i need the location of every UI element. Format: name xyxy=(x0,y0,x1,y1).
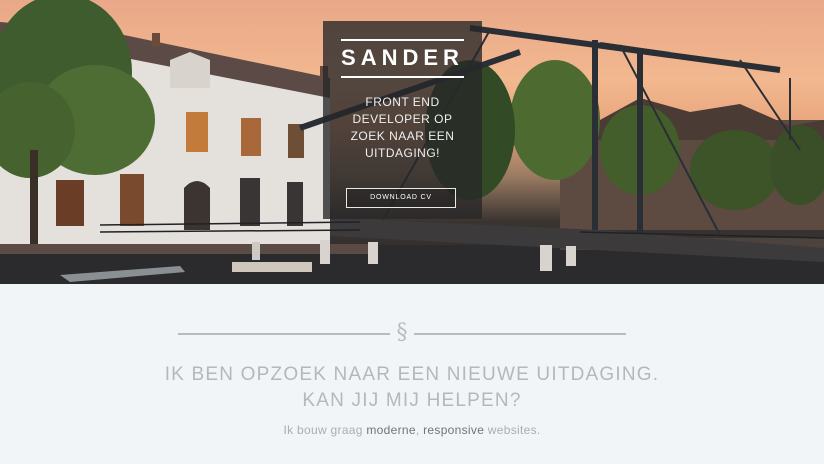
brand-rule-top xyxy=(341,39,464,41)
divider-rule-right xyxy=(414,333,626,335)
tree-middle xyxy=(510,60,600,180)
hero-tagline: FRONT END DEVELOPER OP ZOEK NAAR EEN UIT… xyxy=(333,94,472,162)
intro-section: § IK BEN OPZOEK NAAR EEN NIEUWE UITDAGIN… xyxy=(0,284,824,464)
headline-line: KAN JIJ MIJ HELPEN? xyxy=(302,390,522,411)
divider-rule-left xyxy=(178,333,390,335)
download-cv-button[interactable]: DOWNLOAD CV xyxy=(346,188,456,208)
subline-emphasis-responsive: responsive xyxy=(423,423,485,437)
intro-subline: Ik bouw graag moderne, responsive websit… xyxy=(0,423,824,437)
page: SANDER FRONT END DEVELOPER OP ZOEK NAAR … xyxy=(0,0,824,464)
section-divider: § xyxy=(178,316,626,352)
subline-suffix: websites. xyxy=(484,423,541,437)
brand-name: SANDER xyxy=(341,45,464,70)
section-sign-icon: § xyxy=(396,320,408,345)
subline-prefix: Ik bouw graag xyxy=(283,423,367,437)
intro-headline: IK BEN OPZOEK NAAR EEN NIEUWE UITDAGING.… xyxy=(0,362,824,414)
tagline-line: UITDAGING! xyxy=(364,146,440,160)
subline-emphasis-modern: moderne xyxy=(366,423,416,437)
tagline-line: ZOEK NAAR EEN xyxy=(350,129,455,143)
tagline-line: FRONT END xyxy=(365,95,440,109)
headline-line: IK BEN OPZOEK NAAR EEN NIEUWE UITDAGING. xyxy=(164,364,660,385)
brand-rule-bottom xyxy=(341,76,464,78)
tagline-line: DEVELOPER OP xyxy=(352,112,453,126)
hero-banner: SANDER FRONT END DEVELOPER OP ZOEK NAAR … xyxy=(0,0,824,284)
